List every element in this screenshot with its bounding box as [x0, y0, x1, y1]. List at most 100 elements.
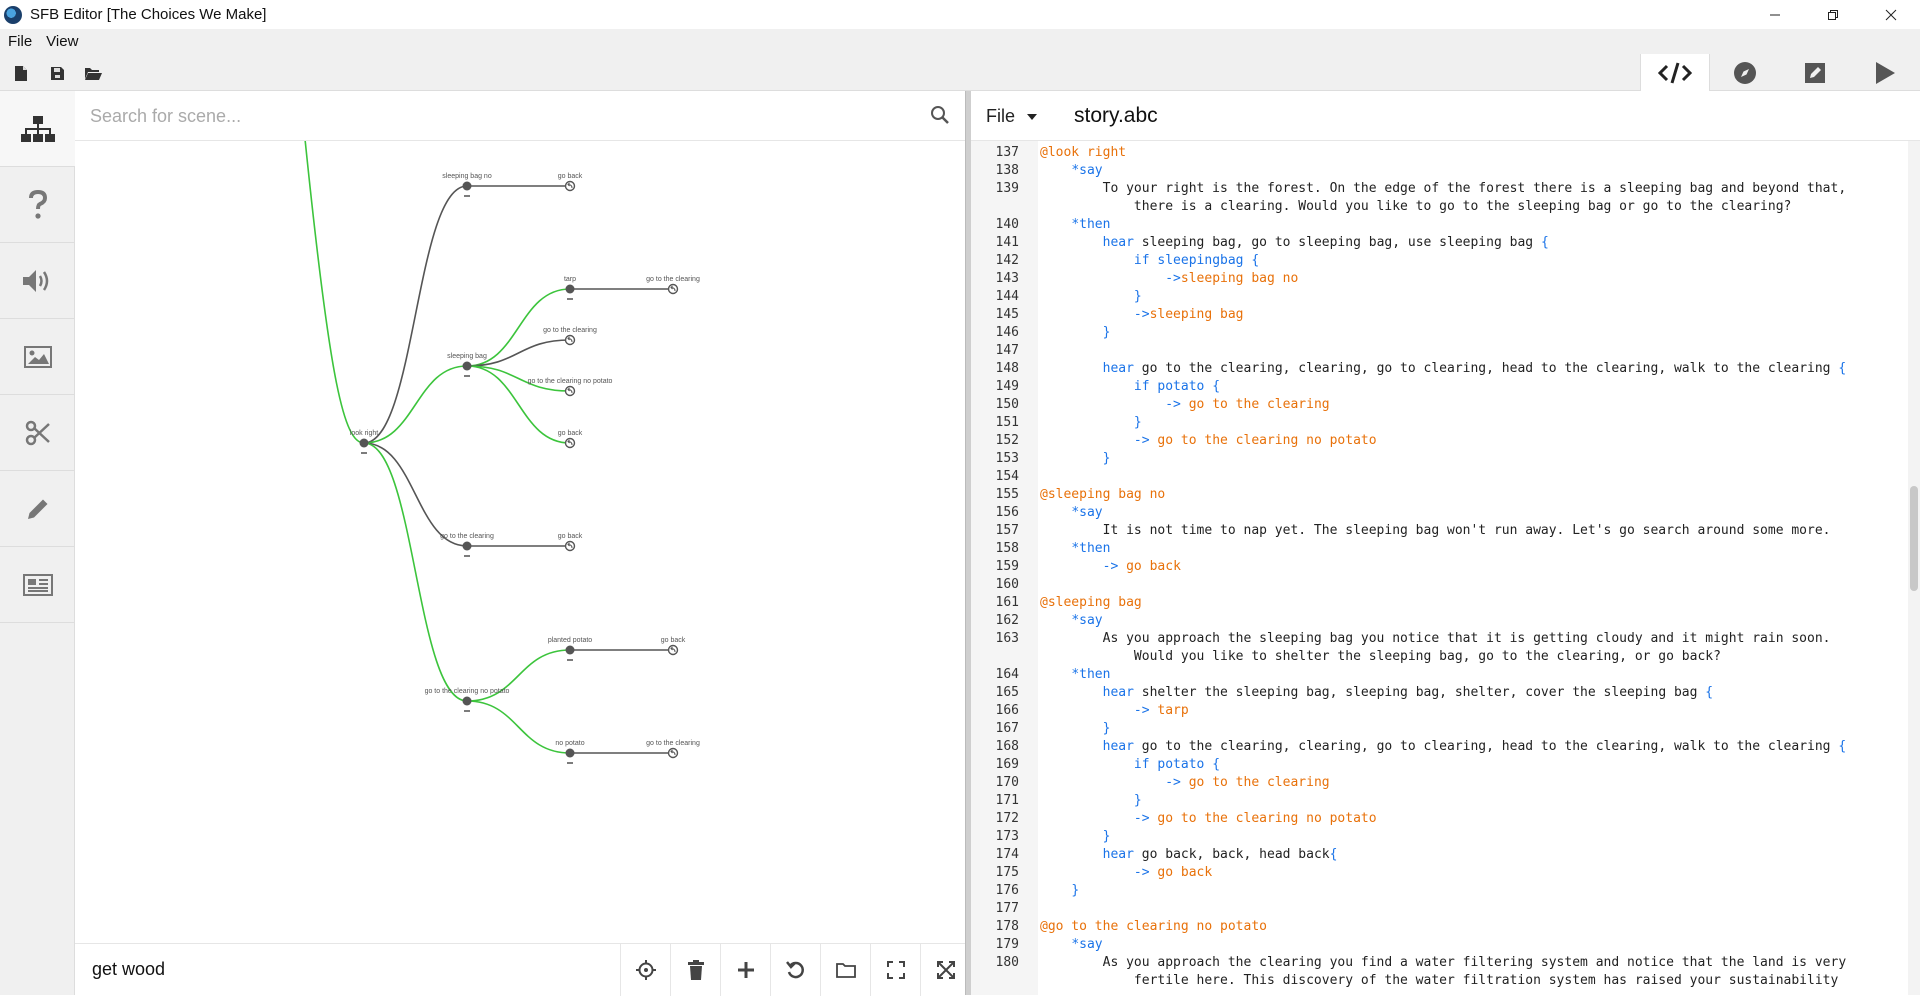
- scene-node-dot[interactable]: [565, 748, 575, 758]
- scene-node-dot[interactable]: [565, 284, 575, 294]
- graph-return-node[interactable]: go back: [558, 430, 583, 449]
- new-file-icon[interactable]: [6, 60, 36, 86]
- code-line[interactable]: 160: [971, 576, 1906, 594]
- code-mode-icon[interactable]: [1640, 54, 1710, 91]
- code-line[interactable]: 170 -> go to the clearing: [971, 774, 1906, 792]
- code-line[interactable]: there is a clearing. Would you like to g…: [971, 198, 1906, 216]
- crosshair-icon[interactable]: [620, 944, 670, 996]
- code-editor[interactable]: 137 @look right 138 *say 139 To your right …: [971, 141, 1920, 995]
- code-line[interactable]: 178 @go to the clearing no potato: [971, 918, 1906, 936]
- code-line[interactable]: 172 -> go to the clearing no potato: [971, 810, 1906, 828]
- code-line[interactable]: 165 hear shelter the sleeping bag, sleep…: [971, 684, 1906, 702]
- scene-node-dot[interactable]: [462, 696, 472, 706]
- code-line[interactable]: 158 *then: [971, 540, 1906, 558]
- code-line[interactable]: 161 @sleeping bag: [971, 594, 1906, 612]
- code-line[interactable]: 143 ->sleeping bag no: [971, 270, 1906, 288]
- code-line[interactable]: 138 *say: [971, 162, 1906, 180]
- edit-mode-icon[interactable]: [1780, 54, 1850, 91]
- code-line[interactable]: 150 -> go to the clearing: [971, 396, 1906, 414]
- search-icon[interactable]: [930, 105, 950, 130]
- code-line[interactable]: 151 }: [971, 414, 1906, 432]
- scene-node-dot[interactable]: [359, 438, 369, 448]
- scene-node-dot[interactable]: [462, 541, 472, 551]
- save-icon[interactable]: [42, 60, 72, 86]
- code-line[interactable]: 169 if potato {: [971, 756, 1906, 774]
- image-icon[interactable]: [0, 319, 75, 395]
- code-line[interactable]: 164 *then: [971, 666, 1906, 684]
- editor-scroll-thumb[interactable]: [1910, 486, 1918, 591]
- code-line[interactable]: 163 As you approach the sleeping bag you…: [971, 630, 1906, 648]
- graph-return-node[interactable]: go back: [558, 533, 583, 552]
- return-node-ring[interactable]: [564, 180, 576, 192]
- scene-node-dot[interactable]: [565, 645, 575, 655]
- code-line[interactable]: 147: [971, 342, 1906, 360]
- code-line[interactable]: 157 It is not time to nap yet. The sleep…: [971, 522, 1906, 540]
- scene-node-dot[interactable]: [462, 181, 472, 191]
- graph-return-node[interactable]: go to the clearing: [646, 740, 700, 759]
- code-line[interactable]: 142 if sleepingbag {: [971, 252, 1906, 270]
- play-icon[interactable]: [1850, 54, 1920, 91]
- code-line[interactable]: 140 *then: [971, 216, 1906, 234]
- code-line[interactable]: 156 *say: [971, 504, 1906, 522]
- scissors-icon[interactable]: [0, 395, 75, 471]
- scene-graph[interactable]: look right sleeping bag no go back sleeping…: [75, 138, 965, 941]
- code-line[interactable]: 146 }: [971, 324, 1906, 342]
- sound-icon[interactable]: [0, 243, 75, 319]
- graph-scene-node[interactable]: sleeping bag no: [442, 173, 492, 197]
- menu-view[interactable]: View: [46, 33, 78, 50]
- graph-scene-node[interactable]: go to the clearing no potato: [425, 688, 510, 712]
- code-line[interactable]: 144 }: [971, 288, 1906, 306]
- code-line[interactable]: 155 @sleeping bag no: [971, 486, 1906, 504]
- compass-icon[interactable]: [1710, 54, 1780, 91]
- close-icon[interactable]: [1862, 0, 1920, 29]
- return-node-ring[interactable]: [564, 437, 576, 449]
- code-line[interactable]: 177: [971, 900, 1906, 918]
- graph-scene-node[interactable]: tarp: [564, 276, 576, 300]
- graph-scene-node[interactable]: planted potato: [548, 637, 592, 661]
- code-line[interactable]: 168 hear go to the clearing, clearing, g…: [971, 738, 1906, 756]
- minimize-icon[interactable]: [1746, 0, 1804, 29]
- plus-icon[interactable]: [720, 944, 770, 996]
- undo-icon[interactable]: [770, 944, 820, 996]
- code-line[interactable]: 167 }: [971, 720, 1906, 738]
- restore-icon[interactable]: [1804, 0, 1862, 29]
- help-icon[interactable]: [0, 167, 75, 243]
- code-line[interactable]: fertile here. This discovery of the wate…: [971, 972, 1906, 990]
- return-node-ring[interactable]: [667, 644, 679, 656]
- code-line[interactable]: 159 -> go back: [971, 558, 1906, 576]
- expand-icon[interactable]: [920, 944, 970, 996]
- editor-file-dropdown[interactable]: File: [986, 106, 1038, 127]
- code-line[interactable]: 179 *say: [971, 936, 1906, 954]
- code-line[interactable]: 166 -> tarp: [971, 702, 1906, 720]
- scene-tree-icon[interactable]: [0, 91, 75, 167]
- open-folder-icon[interactable]: [78, 60, 108, 86]
- code-line[interactable]: 139 To your right is the forest. On the …: [971, 180, 1906, 198]
- code-line[interactable]: 180 As you approach the clearing you fin…: [971, 954, 1906, 972]
- code-line[interactable]: 162 *say: [971, 612, 1906, 630]
- return-node-ring[interactable]: [564, 540, 576, 552]
- graph-return-node[interactable]: go back: [661, 637, 686, 656]
- graph-return-node[interactable]: go back: [558, 173, 583, 192]
- trash-icon[interactable]: [670, 944, 720, 996]
- folder-icon[interactable]: [820, 944, 870, 996]
- code-line[interactable]: 145 ->sleeping bag: [971, 306, 1906, 324]
- code-line[interactable]: 175 -> go back: [971, 864, 1906, 882]
- code-line[interactable]: 152 -> go to the clearing no potato: [971, 432, 1906, 450]
- fit-screen-icon[interactable]: [870, 944, 920, 996]
- code-line[interactable]: 174 hear go back, back, head back{: [971, 846, 1906, 864]
- code-line[interactable]: 176 }: [971, 882, 1906, 900]
- code-line[interactable]: 149 if potato {: [971, 378, 1906, 396]
- graph-return-node[interactable]: go to the clearing: [646, 276, 700, 295]
- code-line[interactable]: 137 @look right: [971, 144, 1906, 162]
- code-line[interactable]: 141 hear sleeping bag, go to sleeping ba…: [971, 234, 1906, 252]
- menu-file[interactable]: File: [8, 33, 32, 50]
- code-line[interactable]: Would you like to shelter the sleeping b…: [971, 648, 1906, 666]
- graph-scene-node[interactable]: go to the clearing: [440, 533, 494, 557]
- return-node-ring[interactable]: [564, 385, 576, 397]
- return-node-ring[interactable]: [667, 747, 679, 759]
- code-line[interactable]: 153 }: [971, 450, 1906, 468]
- editor-scrollbar[interactable]: [1908, 141, 1920, 995]
- code-line[interactable]: 173 }: [971, 828, 1906, 846]
- scene-search-input[interactable]: [90, 101, 890, 131]
- newspaper-icon[interactable]: [0, 547, 75, 623]
